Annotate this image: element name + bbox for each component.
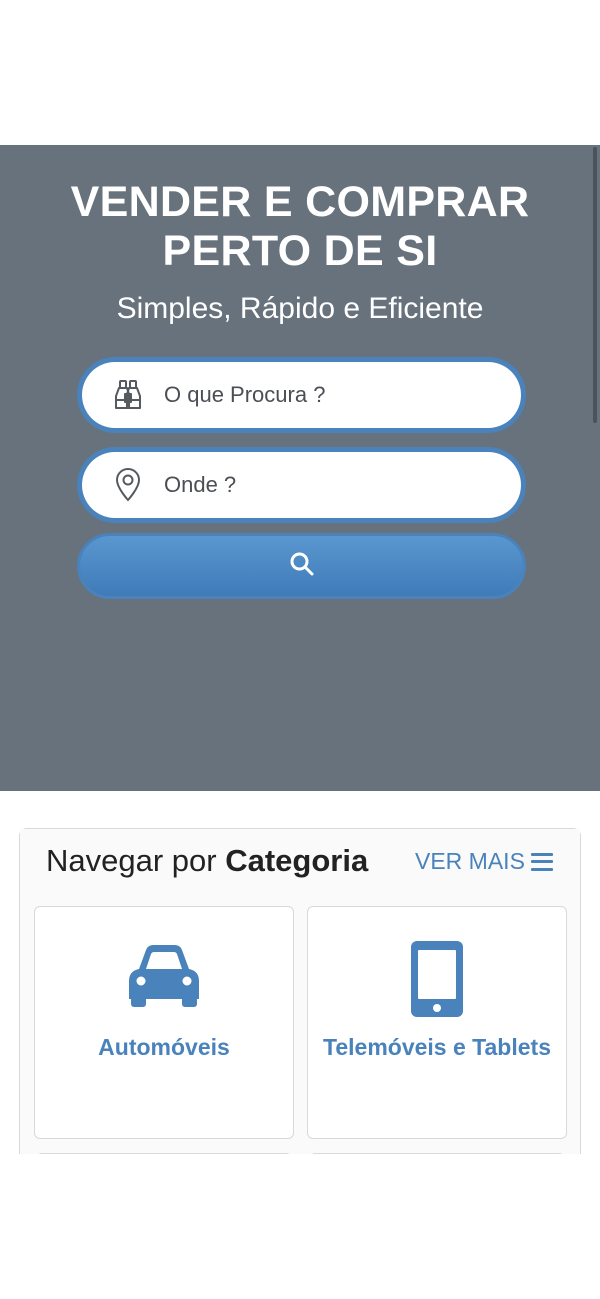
where-search-field[interactable]: Onde ?	[77, 447, 526, 523]
category-heading-bold: Categoria	[225, 843, 369, 878]
category-tile-telemoveis[interactable]: Telemóveis e Tablets	[307, 906, 567, 1139]
hero-title-line1: VENDER E COMPRAR	[70, 178, 530, 226]
page-bottom-blank	[0, 1154, 600, 1299]
what-search-placeholder: O que Procura ?	[164, 382, 326, 407]
where-search-placeholder: Onde ?	[164, 472, 237, 497]
what-search-input[interactable]: O que Procura ?	[82, 362, 521, 428]
category-tile-automoveis[interactable]: Automóveis	[34, 906, 294, 1139]
hero-title-line2: PERTO DE SI	[162, 227, 438, 275]
category-panel: Navegar por Categoria VER MAIS Automóvei…	[19, 828, 581, 1165]
see-more-link[interactable]: VER MAIS	[415, 848, 553, 875]
page: VENDER E COMPRAR PERTO DE SI Simples, Rá…	[0, 0, 600, 1299]
category-heading: Navegar por Categoria	[46, 843, 368, 879]
menu-icon	[530, 852, 553, 871]
search-icon	[289, 551, 315, 582]
hero-subtitle: Simples, Rápido e Eficiente	[116, 292, 484, 325]
see-more-label: VER MAIS	[415, 848, 525, 874]
where-search-input[interactable]: Onde ?	[82, 452, 521, 518]
what-search-field[interactable]: O que Procura ?	[77, 357, 526, 433]
hero-title: VENDER E COMPRAR PERTO DE SI	[0, 178, 600, 276]
binoculars-icon	[108, 375, 148, 415]
car-icon	[35, 941, 293, 1009]
category-label: Telemóveis e Tablets	[323, 1034, 551, 1060]
search-button[interactable]	[77, 533, 526, 599]
category-heading-prefix: Navegar por	[46, 843, 217, 878]
category-panel-header: Navegar por Categoria VER MAIS	[20, 829, 580, 893]
category-label: Automóveis	[98, 1034, 230, 1060]
location-pin-icon	[108, 465, 148, 505]
smartphone-icon	[308, 941, 566, 1017]
